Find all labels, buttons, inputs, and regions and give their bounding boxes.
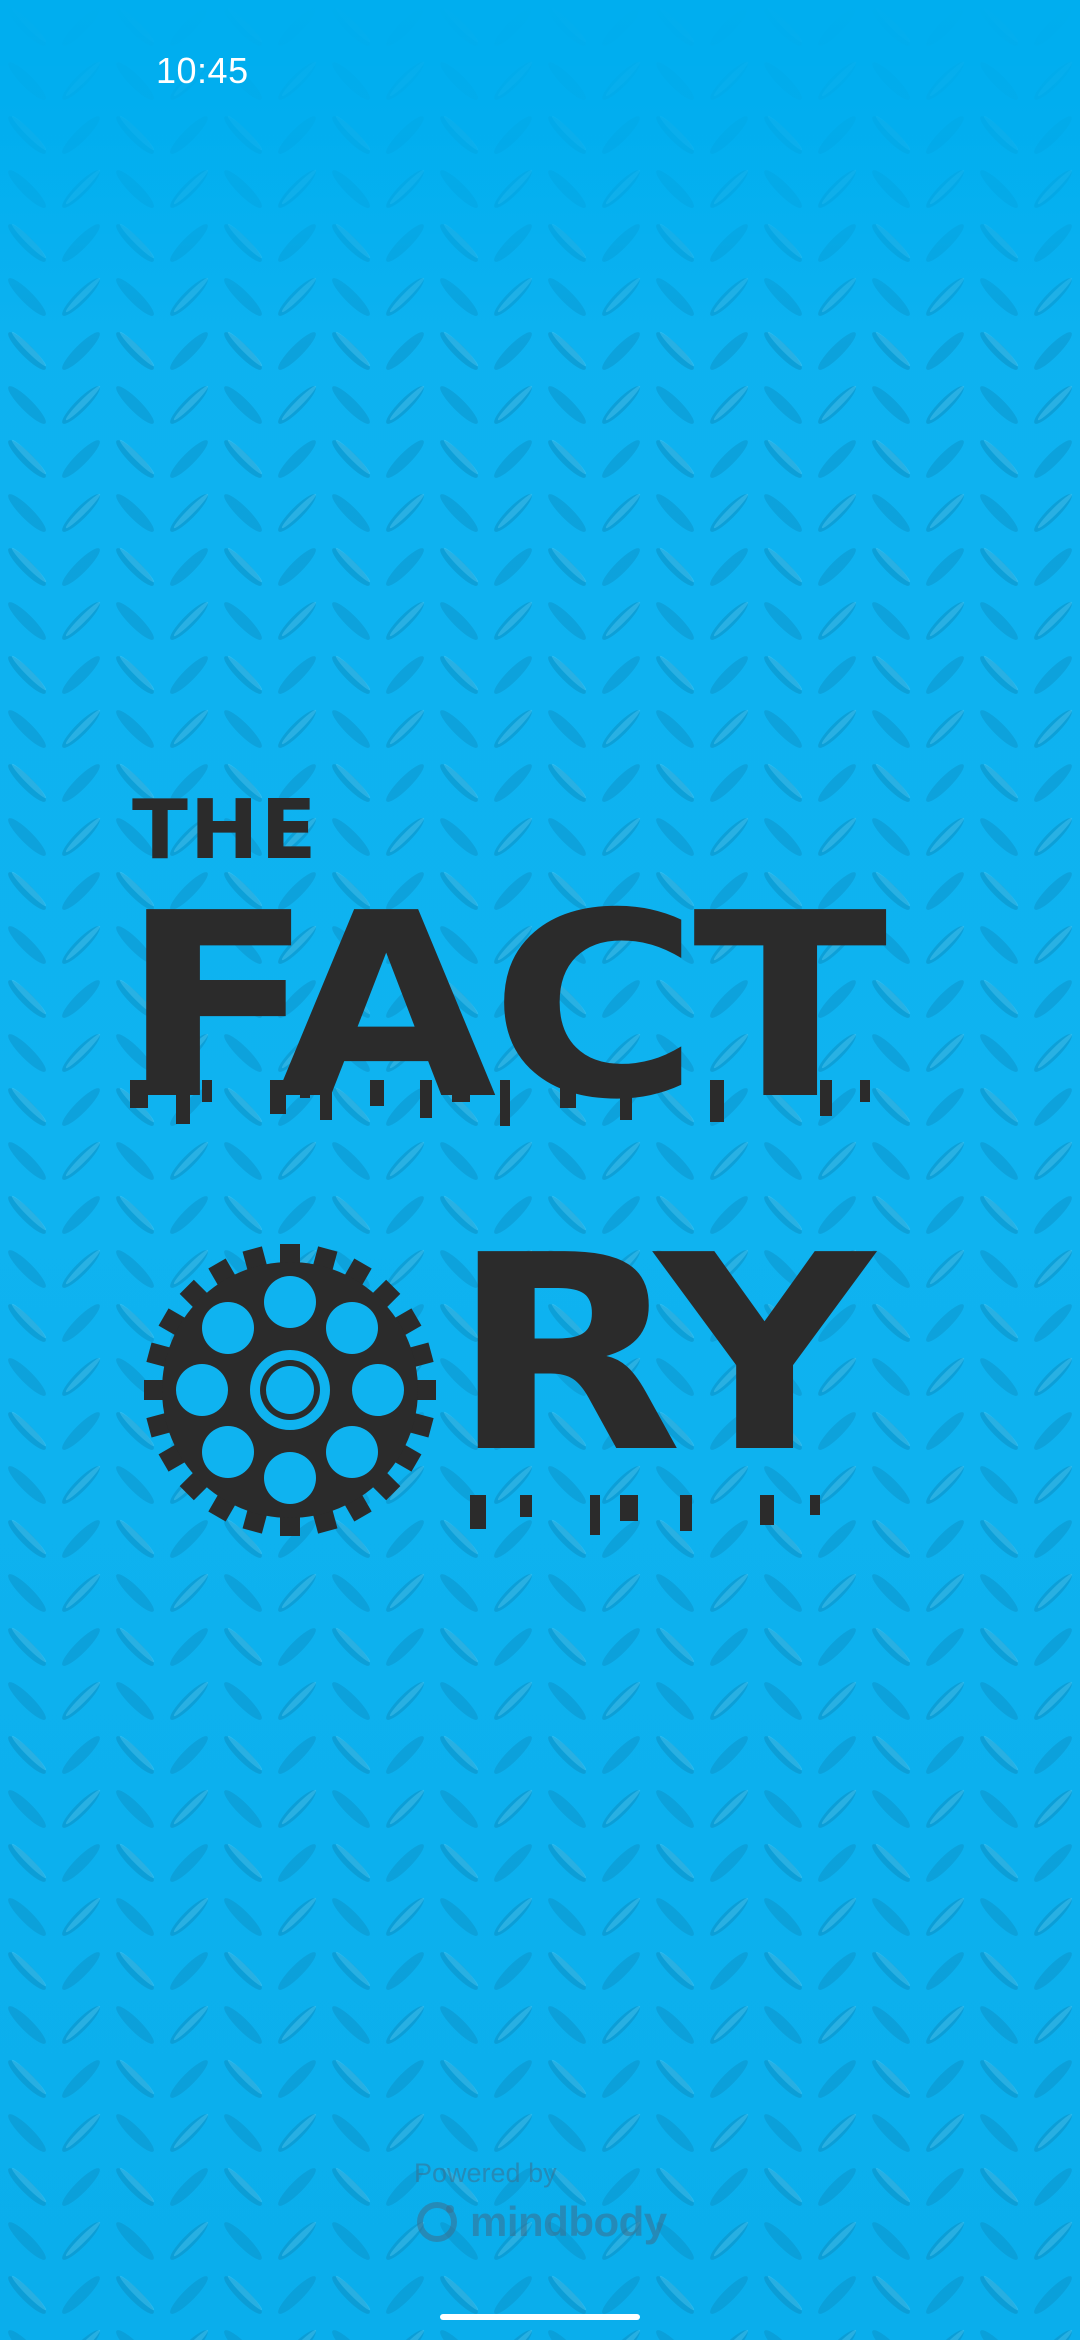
the-factory-logo: THE FACT RY: [120, 780, 960, 1560]
powered-by-label: Powered by: [414, 2158, 557, 2188]
logo-text-fact: FACT: [120, 859, 888, 1156]
status-time: 10:45: [156, 50, 249, 91]
home-indicator[interactable]: [440, 2314, 640, 2320]
gear-icon: [144, 1244, 436, 1536]
splash-screen: 10:45 THE FACT RY Powered by mindbody: [0, 0, 1080, 2340]
mindbody-wordmark: mindbody: [470, 2198, 667, 2245]
mindbody-ring-icon: [417, 2202, 457, 2242]
mindbody-logo: mindbody: [414, 2194, 667, 2250]
logo-text-ry: RY: [450, 1197, 874, 1512]
status-bar: 10:45: [0, 0, 1080, 140]
